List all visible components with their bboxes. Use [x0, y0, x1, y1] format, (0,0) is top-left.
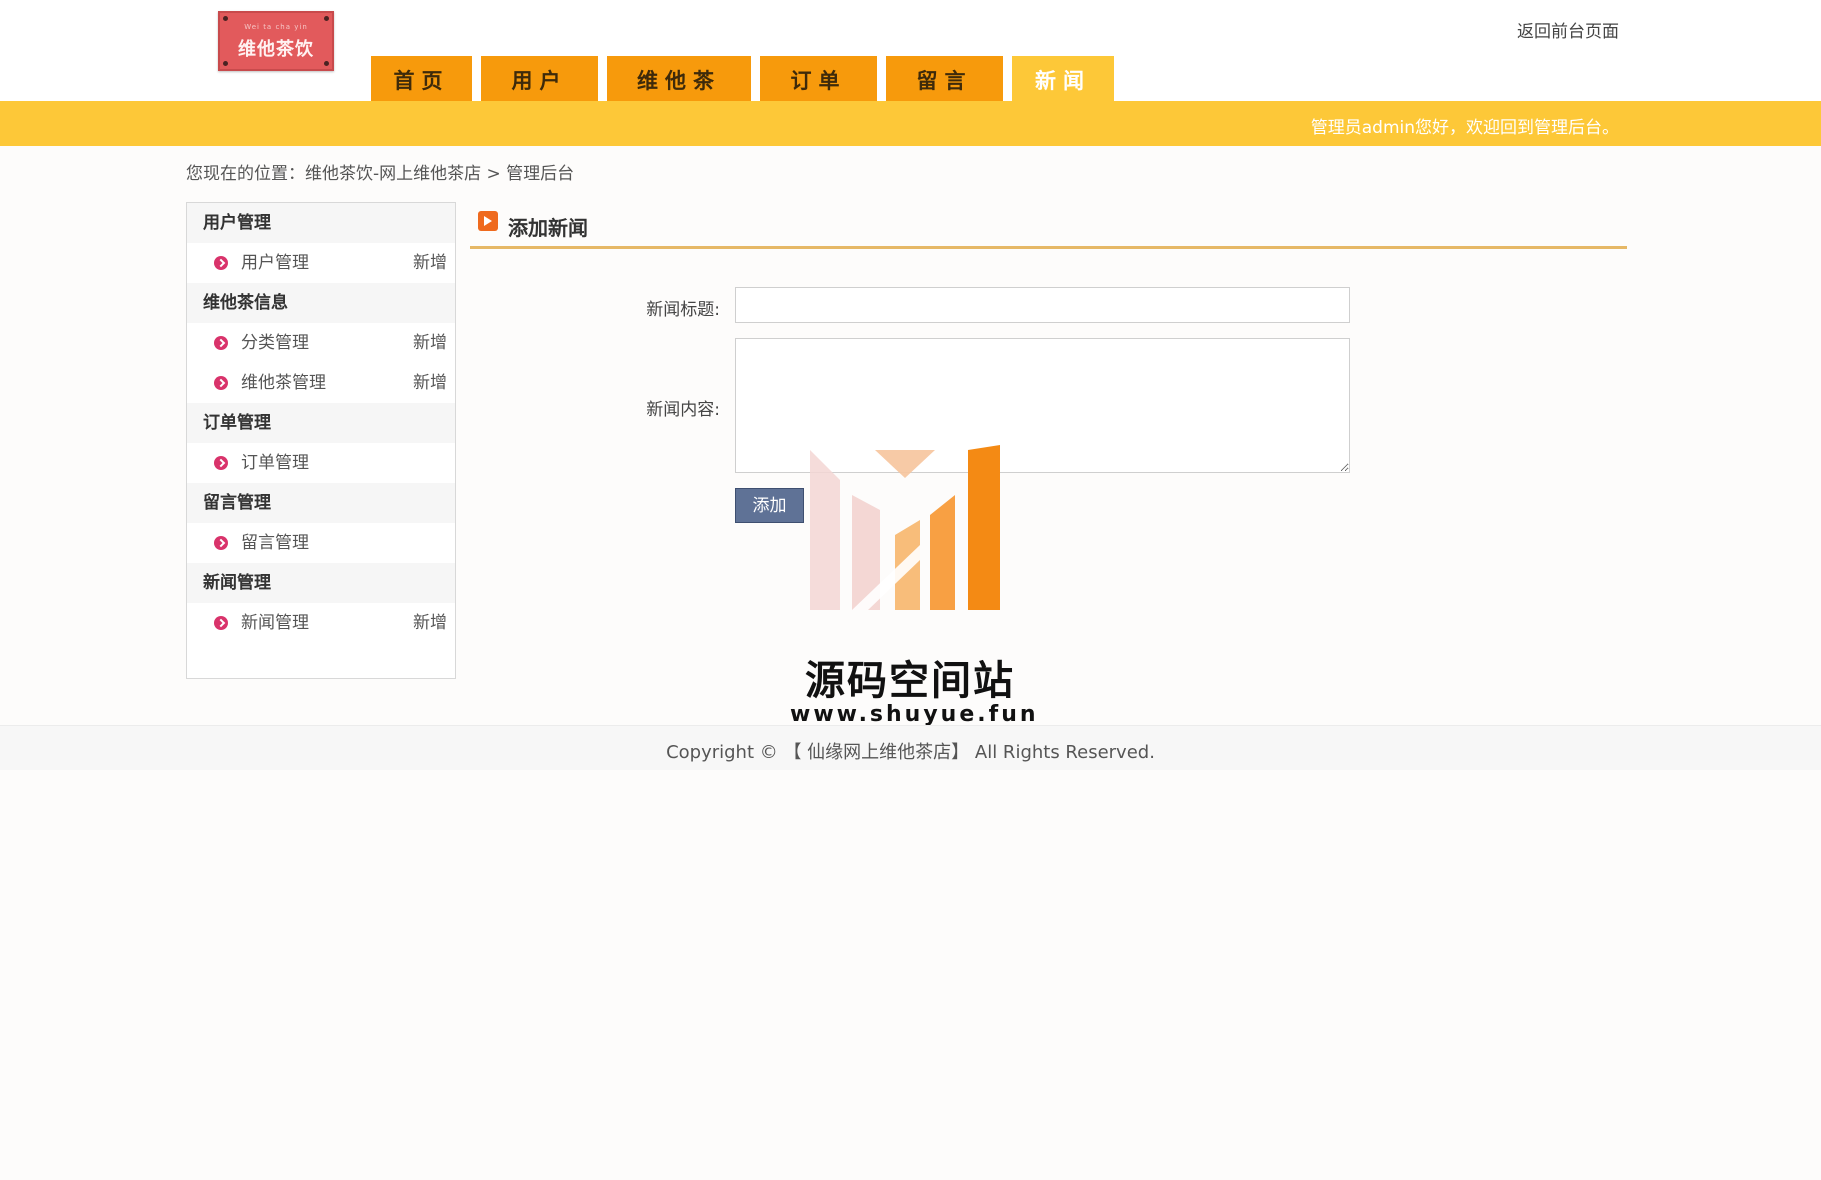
- logo-pin-icon: [223, 16, 228, 21]
- sidebar-section-tea-info: 维他茶信息: [187, 283, 455, 323]
- sidebar-item-label[interactable]: 新闻管理: [241, 603, 309, 643]
- play-arrow-icon: [478, 211, 498, 231]
- watermark: 源码空间站 www.shuyue.fun: [790, 440, 1039, 730]
- copyright-text: Copyright © 【 仙缘网上维他茶店】 All Rights Reser…: [666, 742, 1155, 763]
- sidebar-item-order-manage: 订单管理: [187, 443, 455, 483]
- logo-text: 维他茶饮: [238, 39, 314, 60]
- nav-tab-users[interactable]: 用户: [481, 56, 598, 101]
- arrow-bullet-icon: [214, 456, 228, 470]
- logo-subtext: Wei ta cha yin: [244, 23, 308, 31]
- panel-header: 添加新闻: [470, 209, 1627, 249]
- site-logo[interactable]: Wei ta cha yin 维他茶饮: [218, 11, 334, 71]
- sidebar-section-news: 新闻管理: [187, 563, 455, 603]
- sidebar: 用户管理 用户管理 新增 维他茶信息 分类管理 新增 维他茶管理 新增 订单管理…: [186, 202, 456, 679]
- logo-pin-icon: [324, 16, 329, 21]
- sidebar-item-label[interactable]: 分类管理: [241, 323, 309, 363]
- sidebar-item-news-manage: 新闻管理 新增: [187, 603, 455, 643]
- sidebar-section-orders: 订单管理: [187, 403, 455, 443]
- add-link[interactable]: 新增: [413, 363, 447, 403]
- add-link[interactable]: 新增: [413, 603, 447, 643]
- news-content-label: 新闻内容:: [646, 400, 720, 420]
- sidebar-item-label[interactable]: 留言管理: [241, 523, 309, 563]
- breadcrumb: 您现在的位置：维他茶饮-网上维他茶店 > 管理后台: [186, 164, 575, 184]
- arrow-bullet-icon: [214, 336, 228, 350]
- nav-tab-tea[interactable]: 维他茶: [607, 56, 751, 101]
- nav-tab-news[interactable]: 新闻: [1012, 56, 1114, 101]
- sidebar-section-messages: 留言管理: [187, 483, 455, 523]
- nav-tab-orders[interactable]: 订单: [760, 56, 877, 101]
- watermark-title: 源码空间站: [805, 658, 1015, 704]
- main-nav: 首页 用户 维他茶 订单 留言 新闻: [371, 56, 1123, 101]
- news-title-input[interactable]: [735, 287, 1350, 323]
- logo-pin-icon: [324, 61, 329, 66]
- sidebar-item-label[interactable]: 用户管理: [241, 243, 309, 283]
- arrow-bullet-icon: [214, 256, 228, 270]
- sidebar-item-label[interactable]: 订单管理: [241, 443, 309, 483]
- sidebar-section-users: 用户管理: [187, 203, 455, 243]
- arrow-bullet-icon: [214, 376, 228, 390]
- arrow-bullet-icon: [214, 616, 228, 630]
- nav-tab-home[interactable]: 首页: [371, 56, 472, 101]
- logo-pin-icon: [223, 61, 228, 66]
- page-title: 添加新闻: [508, 216, 588, 240]
- add-link[interactable]: 新增: [413, 243, 447, 283]
- sidebar-item-label[interactable]: 维他茶管理: [241, 363, 326, 403]
- sidebar-item-message-manage: 留言管理: [187, 523, 455, 563]
- sidebar-item-user-manage: 用户管理 新增: [187, 243, 455, 283]
- welcome-bar: 管理员admin您好，欢迎回到管理后台。: [0, 101, 1821, 146]
- add-link[interactable]: 新增: [413, 323, 447, 363]
- news-title-label: 新闻标题:: [646, 300, 720, 320]
- header: Wei ta cha yin 维他茶饮 返回前台页面 首页 用户 维他茶 订单 …: [0, 0, 1821, 101]
- watermark-logo-icon: [810, 445, 1000, 610]
- footer: Copyright © 【 仙缘网上维他茶店】 All Rights Reser…: [0, 725, 1821, 770]
- welcome-text: 管理员admin您好，欢迎回到管理后台。: [1310, 118, 1619, 138]
- arrow-bullet-icon: [214, 536, 228, 550]
- sidebar-item-tea-manage: 维他茶管理 新增: [187, 363, 455, 403]
- nav-tab-messages[interactable]: 留言: [886, 56, 1003, 101]
- sidebar-item-category-manage: 分类管理 新增: [187, 323, 455, 363]
- back-to-frontend-link[interactable]: 返回前台页面: [1517, 17, 1619, 42]
- watermark-url: www.shuyue.fun: [790, 702, 1039, 727]
